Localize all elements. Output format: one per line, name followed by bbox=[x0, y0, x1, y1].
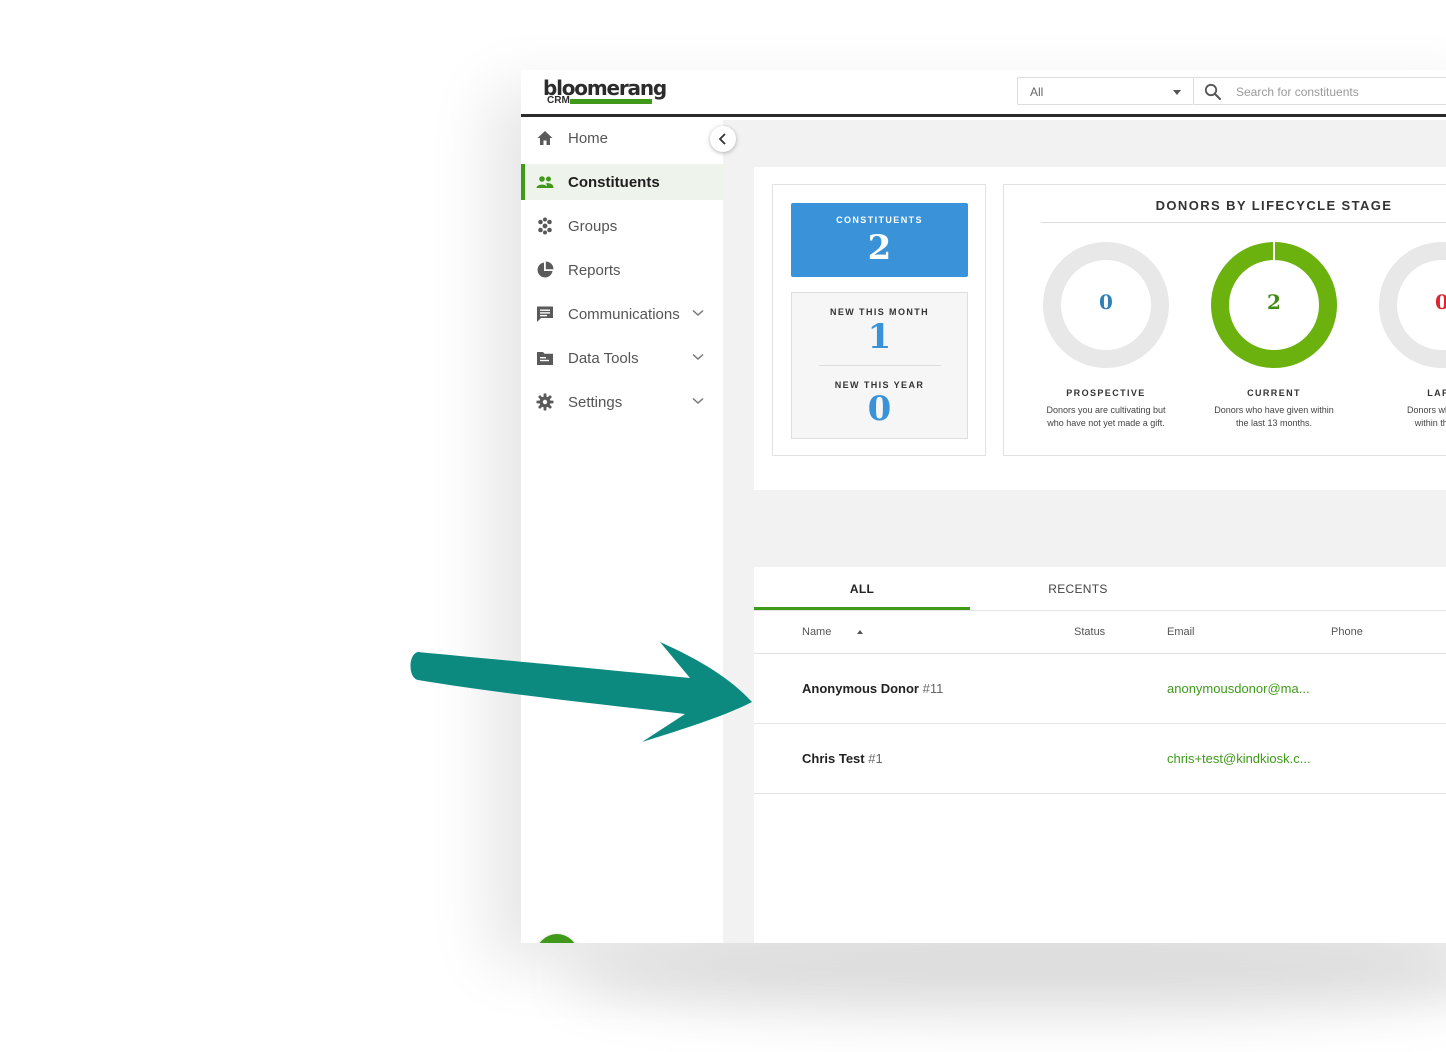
constituent-email[interactable]: chris+test@kindkiosk.c... bbox=[1167, 751, 1311, 766]
sidebar-item-home[interactable]: Home bbox=[521, 120, 723, 156]
donut-current[interactable]: 2 bbox=[1209, 240, 1339, 370]
sidebar-item-communications[interactable]: Communications bbox=[521, 296, 723, 332]
constituent-name[interactable]: Anonymous Donor #11 bbox=[802, 681, 943, 696]
lifecycle-card: DONORS BY LIFECYCLE STAGE 0 PROSPECTIVE … bbox=[1003, 184, 1446, 456]
column-header-email[interactable]: Email bbox=[1167, 626, 1195, 638]
bloomerang-logo[interactable]: bloomerang CRM bbox=[543, 76, 667, 112]
stage-description: Donors who havewithin the last bbox=[1406, 405, 1446, 428]
search-scope-value: All bbox=[1030, 85, 1044, 99]
message-icon bbox=[537, 306, 553, 322]
sidebar-item-groups[interactable]: Groups bbox=[521, 208, 723, 244]
folder-icon bbox=[537, 352, 553, 365]
pie-chart-icon bbox=[537, 261, 554, 278]
column-header-phone[interactable]: Phone bbox=[1331, 626, 1363, 638]
sidebar-item-data-tools[interactable]: Data Tools bbox=[521, 340, 723, 376]
sidebar: Home Constituents Groups Reports Communi… bbox=[521, 120, 723, 943]
tab-all[interactable]: ALL bbox=[754, 567, 970, 610]
sidebar-item-label: Settings bbox=[568, 394, 623, 411]
search-scope-select[interactable]: All bbox=[1017, 77, 1194, 105]
chevron-down-icon bbox=[692, 353, 704, 361]
constituents-label: CONSTITUENTS bbox=[836, 215, 923, 225]
tab-rule bbox=[754, 610, 1446, 611]
gear-icon bbox=[536, 393, 554, 411]
constituents-total-tile[interactable]: CONSTITUENTS 2 bbox=[791, 203, 968, 277]
callout-arrow-icon bbox=[410, 642, 752, 742]
window-shadow bbox=[560, 940, 1446, 1020]
donut-lapsed[interactable]: 0 bbox=[1377, 240, 1446, 370]
logo-suffix: CRM bbox=[547, 95, 570, 106]
caret-down-icon bbox=[1173, 90, 1181, 95]
stage-description: Donors you are cultivating but who have n… bbox=[1046, 405, 1166, 428]
search-input[interactable] bbox=[1236, 82, 1446, 102]
constituent-email[interactable]: anonymousdonor@ma... bbox=[1167, 681, 1310, 696]
sort-ascending-icon[interactable] bbox=[857, 630, 863, 634]
main-content: CONSTITUENTS 2 NEW THIS MONTH 1 NEW THIS… bbox=[723, 120, 1446, 943]
donut-value: 2 bbox=[1267, 290, 1281, 314]
search-box bbox=[1194, 77, 1446, 105]
search-icon[interactable] bbox=[1204, 83, 1222, 101]
groups-icon bbox=[538, 217, 552, 235]
new-month-label: NEW THIS MONTH bbox=[829, 307, 930, 317]
sidebar-item-label: Reports bbox=[568, 262, 621, 279]
sidebar-item-constituents[interactable]: Constituents bbox=[521, 164, 723, 200]
people-icon bbox=[536, 176, 554, 188]
table-row[interactable]: Anonymous Donor #11 anonymousdonor@ma... bbox=[754, 654, 1446, 724]
sidebar-item-label: Home bbox=[568, 130, 609, 147]
stage-description: Donors who have given within the last 13 … bbox=[1214, 405, 1334, 428]
stage-label: LAPS bbox=[1427, 388, 1446, 398]
stage-label: PROSPECTIVE bbox=[1066, 388, 1146, 398]
collapse-sidebar-button[interactable] bbox=[710, 126, 736, 152]
new-month-count: 1 bbox=[867, 317, 892, 357]
sidebar-item-reports[interactable]: Reports bbox=[521, 252, 723, 288]
app-window: bloomerang CRM All Home bbox=[521, 70, 1446, 943]
tab-recents[interactable]: RECENTS bbox=[970, 567, 1186, 610]
constituent-stats-card: CONSTITUENTS 2 NEW THIS MONTH 1 NEW THIS… bbox=[772, 184, 986, 456]
sidebar-item-label: Communications bbox=[568, 306, 680, 323]
constituent-name[interactable]: Chris Test #1 bbox=[802, 751, 883, 766]
lifecycle-title-rule bbox=[1041, 222, 1446, 223]
sidebar-item-label: Data Tools bbox=[568, 350, 639, 367]
stage-label: CURRENT bbox=[1247, 388, 1301, 398]
donut-prospective[interactable]: 0 bbox=[1041, 240, 1171, 370]
new-constituents-tile: NEW THIS MONTH 1 NEW THIS YEAR 0 bbox=[791, 292, 968, 439]
sidebar-item-settings[interactable]: Settings bbox=[521, 384, 723, 420]
table-row[interactable]: Chris Test #1 chris+test@kindkiosk.c... bbox=[754, 724, 1446, 794]
constituents-table-panel: ALL RECENTS Name Status Email Phone Anon… bbox=[754, 567, 1446, 943]
column-header-name[interactable]: Name bbox=[802, 626, 831, 638]
top-bar: bloomerang CRM All bbox=[521, 70, 1446, 117]
chevron-down-icon bbox=[692, 397, 704, 405]
column-header-status[interactable]: Status bbox=[1074, 626, 1105, 638]
chat-support-button[interactable] bbox=[536, 934, 578, 943]
donut-value: 0 bbox=[1099, 290, 1113, 314]
new-year-count: 0 bbox=[867, 389, 892, 429]
dashboard-panel: CONSTITUENTS 2 NEW THIS MONTH 1 NEW THIS… bbox=[754, 167, 1446, 490]
donut-value: 0 bbox=[1377, 290, 1446, 314]
chevron-down-icon bbox=[692, 309, 704, 317]
sidebar-item-label: Constituents bbox=[568, 174, 660, 191]
chevron-left-icon bbox=[718, 133, 726, 145]
home-icon bbox=[537, 131, 553, 145]
lifecycle-title: DONORS BY LIFECYCLE STAGE bbox=[1155, 198, 1393, 213]
sidebar-item-label: Groups bbox=[568, 218, 618, 235]
screenshot-stage: bloomerang CRM All Home bbox=[0, 0, 1446, 1052]
stat-divider bbox=[819, 365, 941, 366]
constituents-count: 2 bbox=[867, 228, 892, 268]
logo-underline bbox=[570, 99, 652, 104]
